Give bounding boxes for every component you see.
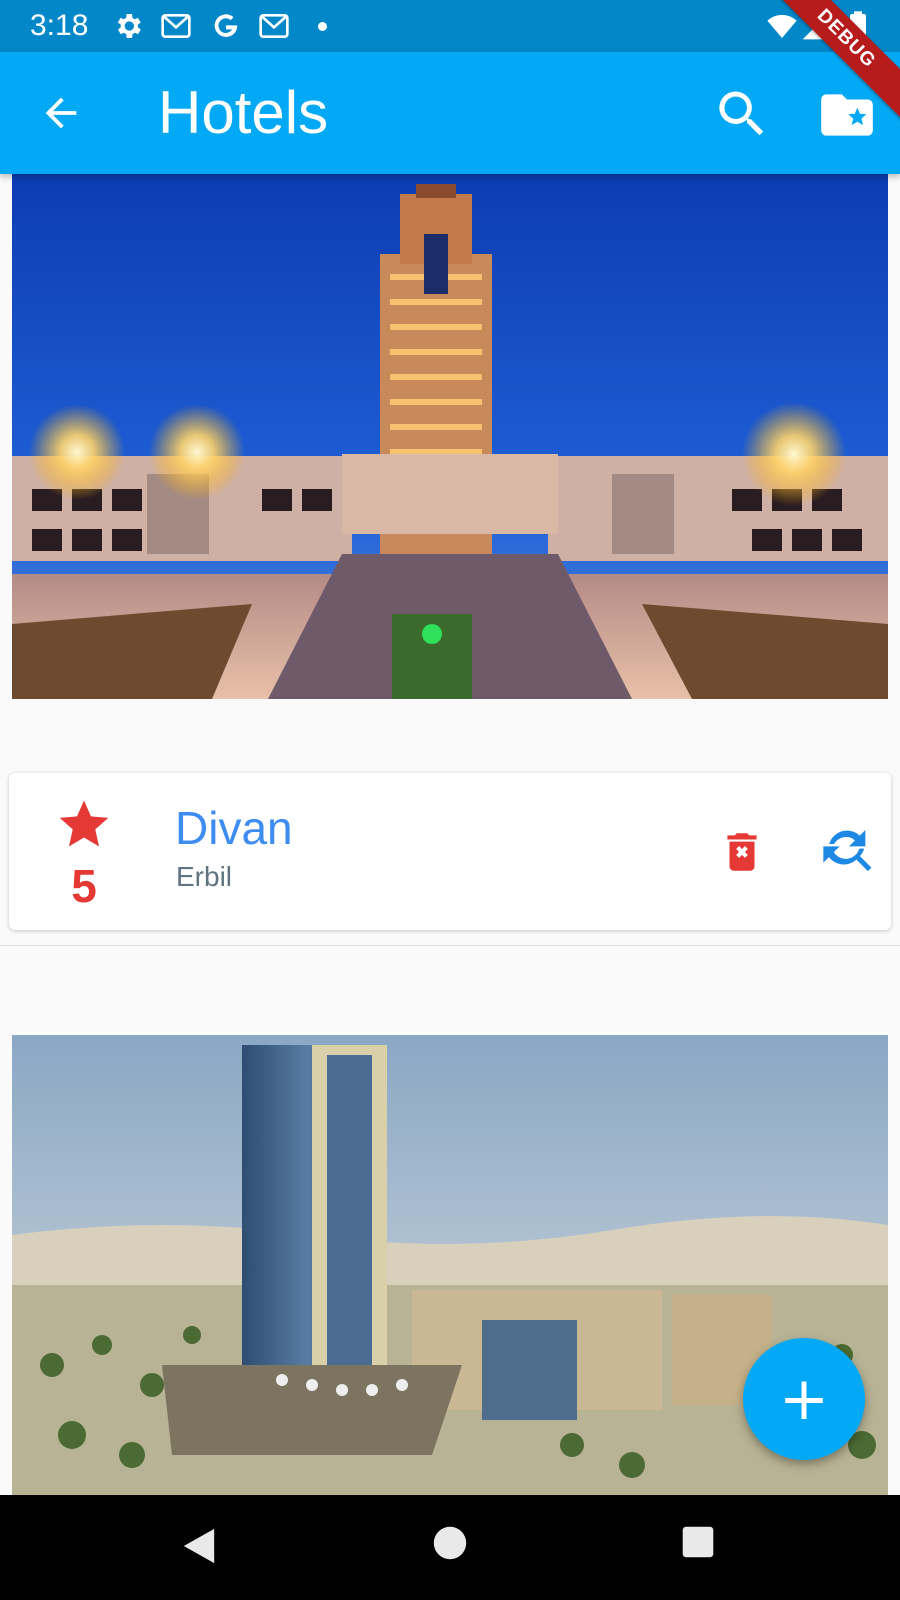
- wifi-icon: [767, 14, 797, 38]
- divan-hotel-night-photo: [12, 174, 888, 699]
- hotel-card[interactable]: 5 Divan Erbil: [9, 773, 891, 930]
- back-arrow-icon[interactable]: [38, 90, 84, 136]
- star-icon: [59, 800, 109, 847]
- home-nav-icon[interactable]: [432, 1525, 468, 1561]
- gmail-icon: [161, 14, 191, 38]
- recents-nav-icon[interactable]: [681, 1525, 715, 1559]
- settings-icon: [117, 14, 141, 38]
- refresh-search-icon[interactable]: [821, 823, 877, 879]
- page-title: Hotels: [158, 79, 329, 146]
- star-rating: 5: [71, 860, 97, 912]
- hotel-image[interactable]: [12, 174, 888, 699]
- notification-dot: [318, 22, 327, 31]
- hotel-city: Erbil: [176, 861, 233, 892]
- add-hotel-button[interactable]: +: [743, 1338, 865, 1460]
- app-bar: Hotels: [0, 52, 900, 174]
- back-nav-icon[interactable]: [180, 1525, 218, 1567]
- hotel-name: Divan: [175, 802, 293, 854]
- google-icon: [214, 14, 238, 37]
- search-icon[interactable]: [712, 84, 772, 144]
- delete-icon[interactable]: [717, 825, 767, 879]
- screen: 3:18 DEBUG Hotels 5 Divan Erbil +: [0, 0, 900, 1600]
- status-time: 3:18: [30, 9, 89, 42]
- list-divider: [0, 945, 900, 946]
- plus-icon: +: [778, 1364, 830, 1434]
- status-bar: 3:18: [0, 0, 900, 52]
- system-nav-bar: [0, 1495, 900, 1600]
- gmail-icon: [259, 14, 289, 38]
- starred-folder-icon[interactable]: [816, 84, 878, 146]
